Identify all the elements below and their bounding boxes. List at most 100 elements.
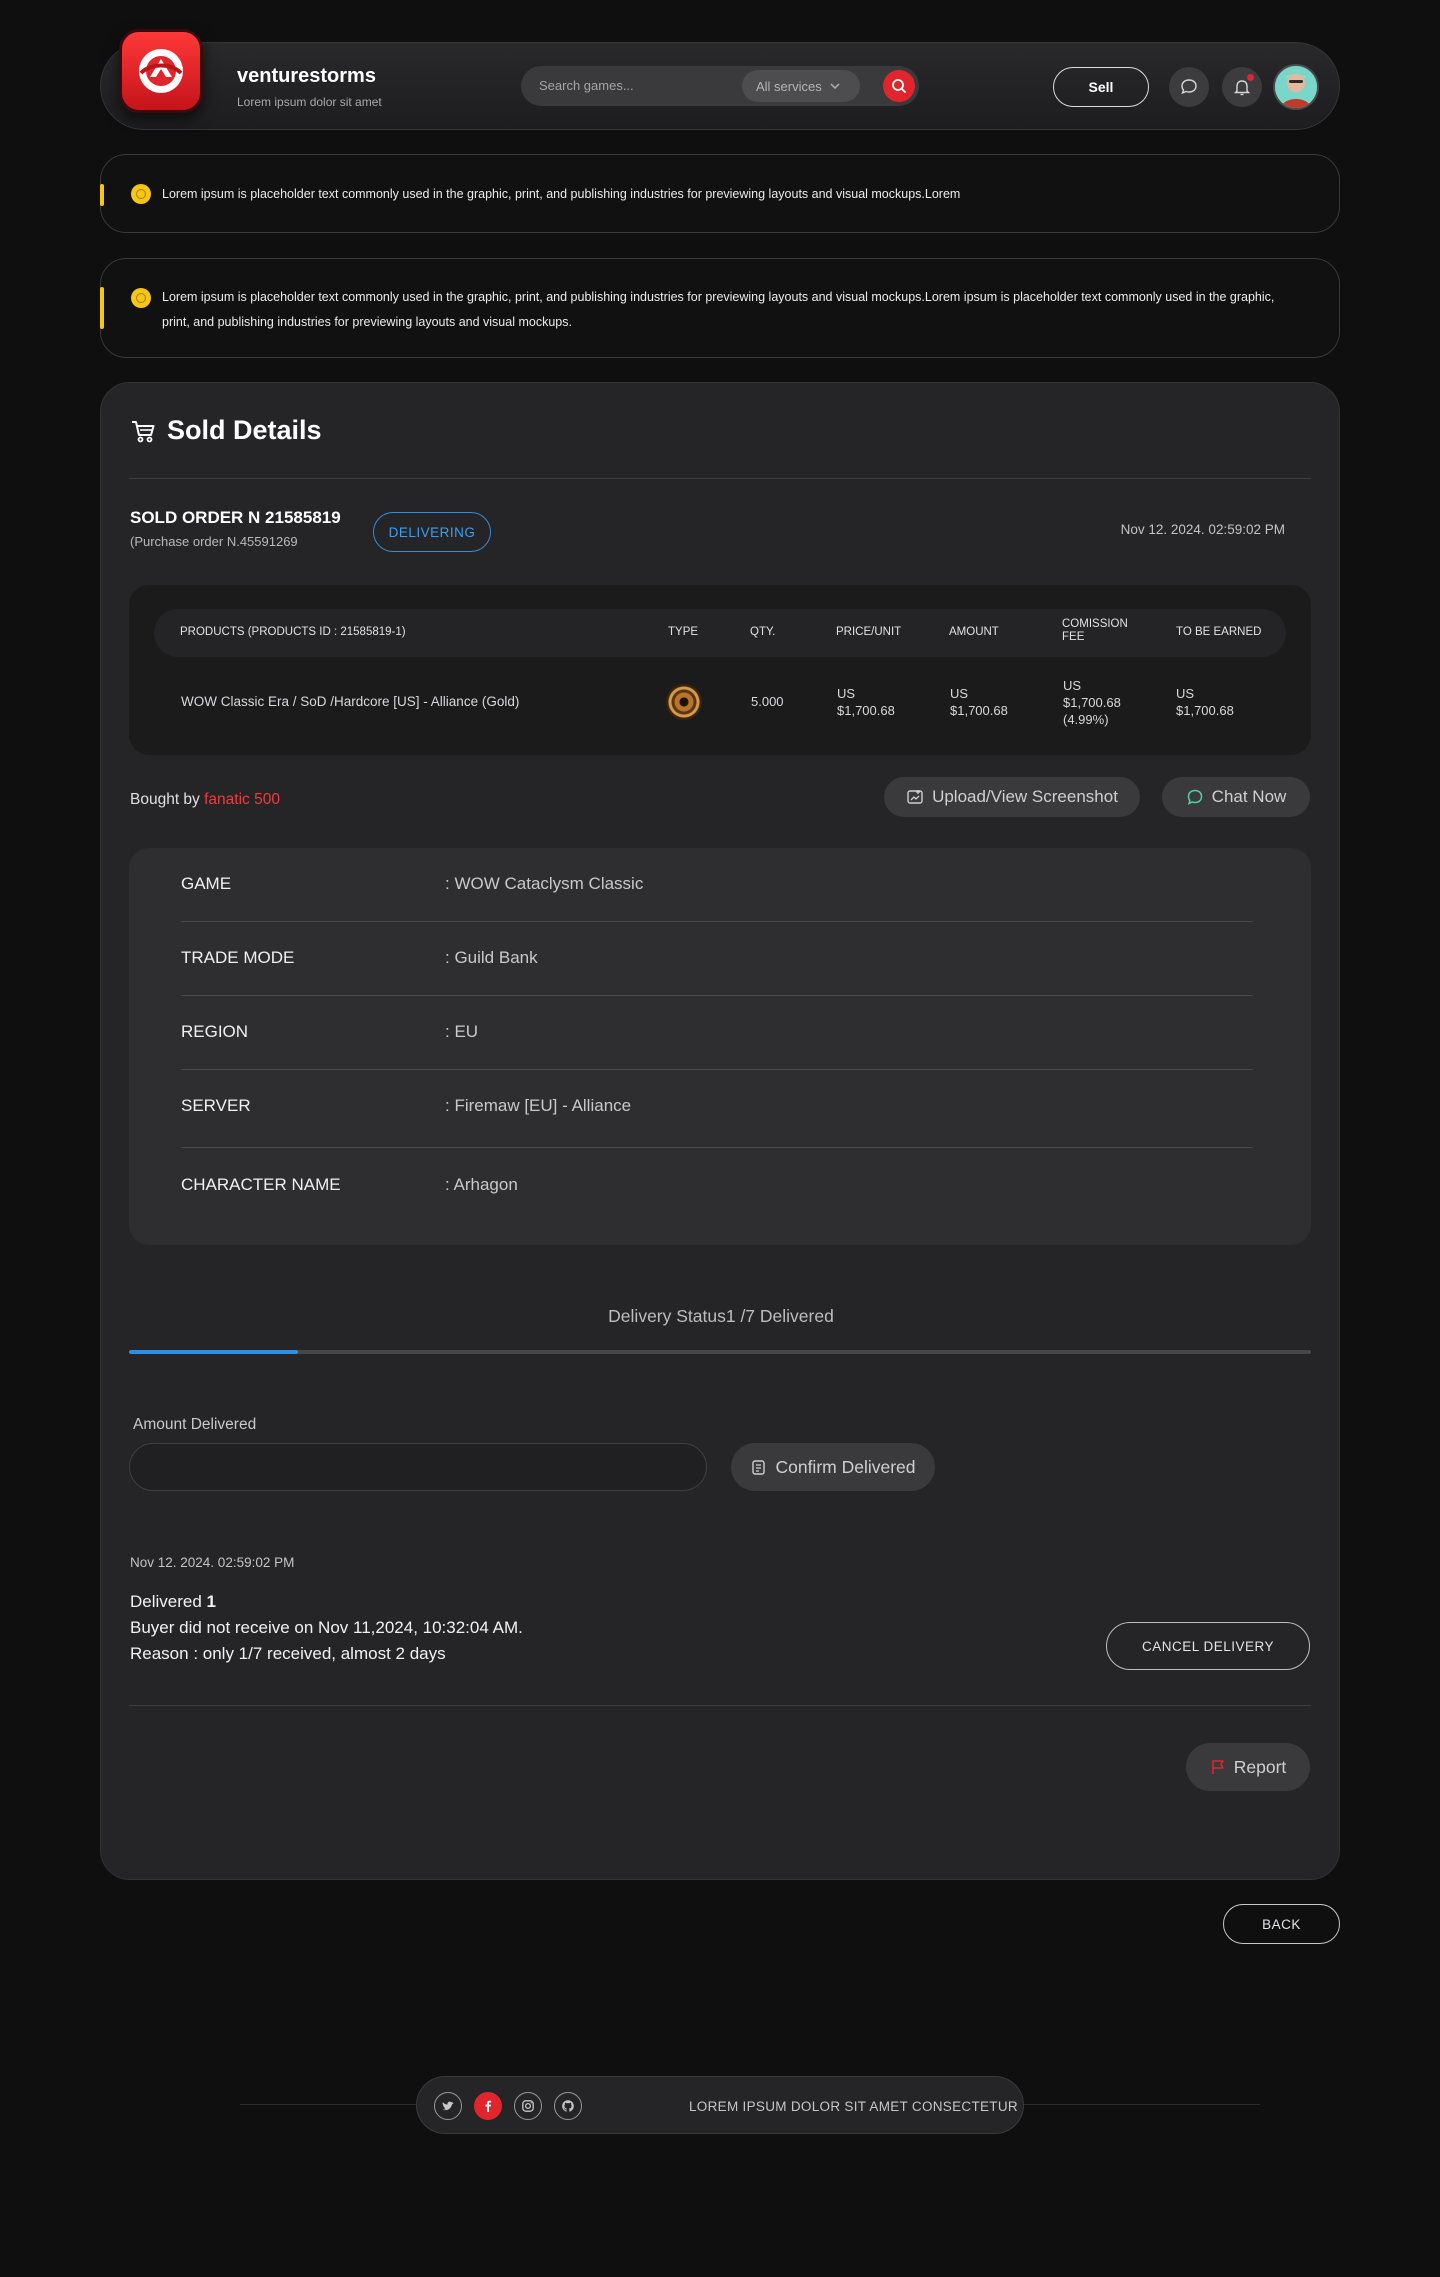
detail-key: GAME [181, 874, 232, 893]
detail-value: : Firemaw [EU] - Alliance [445, 1096, 632, 1115]
divider [129, 1705, 1311, 1706]
row-divider [181, 1147, 1253, 1148]
search-button[interactable] [883, 70, 915, 102]
product-price: US $1,700.68 [837, 685, 895, 719]
github-link[interactable] [554, 2092, 582, 2120]
col-header-qty: QTY. [750, 626, 776, 638]
product-qty: 5.000 [751, 694, 784, 709]
chat-now-button[interactable]: Chat Now [1162, 777, 1310, 817]
amount-currency: US [950, 686, 969, 701]
earned-currency: US [1176, 686, 1195, 701]
amount-value: $1,700.68 [950, 703, 1008, 718]
notice-banner-1: Lorem ipsum is placeholder text commonly… [100, 154, 1340, 233]
top-header: venturestorms Lorem ipsum dolor sit amet… [100, 29, 1340, 130]
fee-percent: (4.99%) [1063, 712, 1109, 727]
messages-button[interactable] [1169, 67, 1209, 107]
price-currency: US [837, 686, 856, 701]
notifications-button[interactable] [1222, 67, 1262, 107]
table-header: PRODUCTS (PRODUCTS ID : 21585819-1) TYPE… [154, 609, 1286, 657]
notice-accent-bar [100, 184, 104, 206]
col-header-fee-line1: COMISSION [1062, 618, 1128, 630]
footer-divider-left [240, 2104, 416, 2105]
facebook-link[interactable] [474, 2092, 502, 2120]
service-filter-dropdown[interactable]: All services [742, 70, 860, 102]
detail-key: SERVER [181, 1096, 251, 1115]
col-header-fee-line2: FEE [1062, 631, 1085, 643]
delivered-prefix: Delivered [130, 1592, 207, 1611]
delivery-progress-bar [129, 1350, 1311, 1354]
detail-key: TRADE MODE [181, 948, 295, 967]
confirm-delivered-label: Confirm Delivered [775, 1456, 916, 1477]
status-badge: DELIVERING [373, 512, 491, 552]
facebook-icon [485, 2100, 492, 2112]
order-date: Nov 12. 2024. 02:59:02 PM [1120, 522, 1285, 537]
bought-by: Bought by fanatic 500 [130, 791, 280, 809]
col-header-fee: COMISSION FEE [1062, 618, 1128, 644]
delivery-message: Buyer did not receive on Nov 11,2024, 10… [130, 1618, 523, 1637]
col-header-type: TYPE [668, 626, 699, 638]
instagram-icon [522, 2100, 534, 2112]
col-header-amount: AMOUNT [949, 626, 999, 638]
search-icon [892, 79, 907, 94]
twitter-link[interactable] [434, 2092, 462, 2120]
search-input[interactable]: Search games... [539, 78, 634, 93]
sold-details-card: Sold Details SOLD ORDER N 21585819 (Purc… [100, 382, 1340, 1880]
products-table: PRODUCTS (PRODUCTS ID : 21585819-1) TYPE… [129, 585, 1311, 755]
coin-icon [131, 184, 151, 204]
delivery-progress-fill [129, 1350, 298, 1354]
product-name: WOW Classic Era / SoD /Hardcore [US] - A… [181, 694, 520, 709]
confirm-delivered-button[interactable]: Confirm Delivered [731, 1443, 935, 1491]
footer-bar: LOREM IPSUM DOLOR SIT AMET CONSECTETUR [416, 2076, 1024, 2134]
order-number: SOLD ORDER N 21585819 [130, 508, 341, 527]
chat-bubble-icon [1187, 789, 1202, 805]
price-value: $1,700.68 [837, 703, 895, 718]
back-button[interactable]: BACK [1223, 1904, 1340, 1944]
detail-row-character-name: CHARACTER NAME : Arhagon [181, 1149, 1253, 1223]
instagram-link[interactable] [514, 2092, 542, 2120]
divider [129, 478, 1311, 479]
delivered-line: Delivered 1 [130, 1589, 523, 1615]
amount-delivered-input[interactable] [129, 1443, 707, 1491]
delivery-log: Delivered 1 Buyer did not receive on Nov… [130, 1589, 523, 1667]
image-upload-icon [907, 790, 923, 804]
detail-row-server: SERVER : Firemaw [EU] - Alliance [181, 1070, 1253, 1148]
detail-value: : Arhagon [445, 1175, 518, 1194]
github-icon [562, 2100, 574, 2112]
brand-name: venturestorms [237, 65, 376, 87]
col-header-earned: TO BE EARNED [1176, 626, 1262, 638]
detail-value: : WOW Cataclysm Classic [445, 874, 644, 893]
upload-screenshot-button[interactable]: Upload/View Screenshot [884, 777, 1140, 817]
detail-key: REGION [181, 1022, 249, 1041]
detail-value: : Guild Bank [445, 948, 538, 967]
brand-tagline: Lorem ipsum dolor sit amet [237, 95, 382, 109]
col-header-price: PRICE/UNIT [836, 626, 902, 638]
delivery-log-date: Nov 12. 2024. 02:59:02 PM [130, 1555, 295, 1570]
sell-button[interactable]: Sell [1053, 67, 1149, 107]
col-header-product: PRODUCTS (PRODUCTS ID : 21585819-1) [180, 626, 406, 638]
buyer-name-link[interactable]: fanatic 500 [204, 791, 280, 808]
cancel-delivery-button[interactable]: CANCEL DELIVERY [1106, 1622, 1310, 1670]
footer-divider-right [1024, 2104, 1260, 2105]
notice-banner-2: Lorem ipsum is placeholder text commonly… [100, 258, 1340, 358]
cart-icon [132, 420, 155, 442]
product-fee: US $1,700.68 (4.99%) [1063, 677, 1121, 728]
flag-icon [1211, 1760, 1224, 1774]
search-bar[interactable]: Search games... All services [521, 66, 919, 106]
user-avatar[interactable] [1273, 64, 1319, 110]
detail-row-trade-mode: TRADE MODE : Guild Bank [181, 922, 1253, 996]
report-button[interactable]: Report [1186, 1743, 1310, 1791]
brand-logo[interactable] [119, 29, 203, 113]
page-title: Sold Details [167, 415, 322, 445]
notice-accent-bar [100, 287, 104, 329]
product-earned: US $1,700.68 [1176, 685, 1234, 719]
bought-by-label: Bought by [130, 791, 200, 808]
detail-row-region: REGION : EU [181, 996, 1253, 1070]
earned-value: $1,700.68 [1176, 703, 1234, 718]
report-label: Report [1233, 1756, 1287, 1777]
document-icon [752, 1459, 766, 1475]
detail-row-game: GAME : WOW Cataclysm Classic [181, 848, 1253, 922]
upload-screenshot-label: Upload/View Screenshot [932, 787, 1118, 806]
fee-value: $1,700.68 [1063, 695, 1121, 710]
product-amount: US $1,700.68 [950, 685, 1008, 719]
gold-coin-icon [666, 684, 702, 720]
